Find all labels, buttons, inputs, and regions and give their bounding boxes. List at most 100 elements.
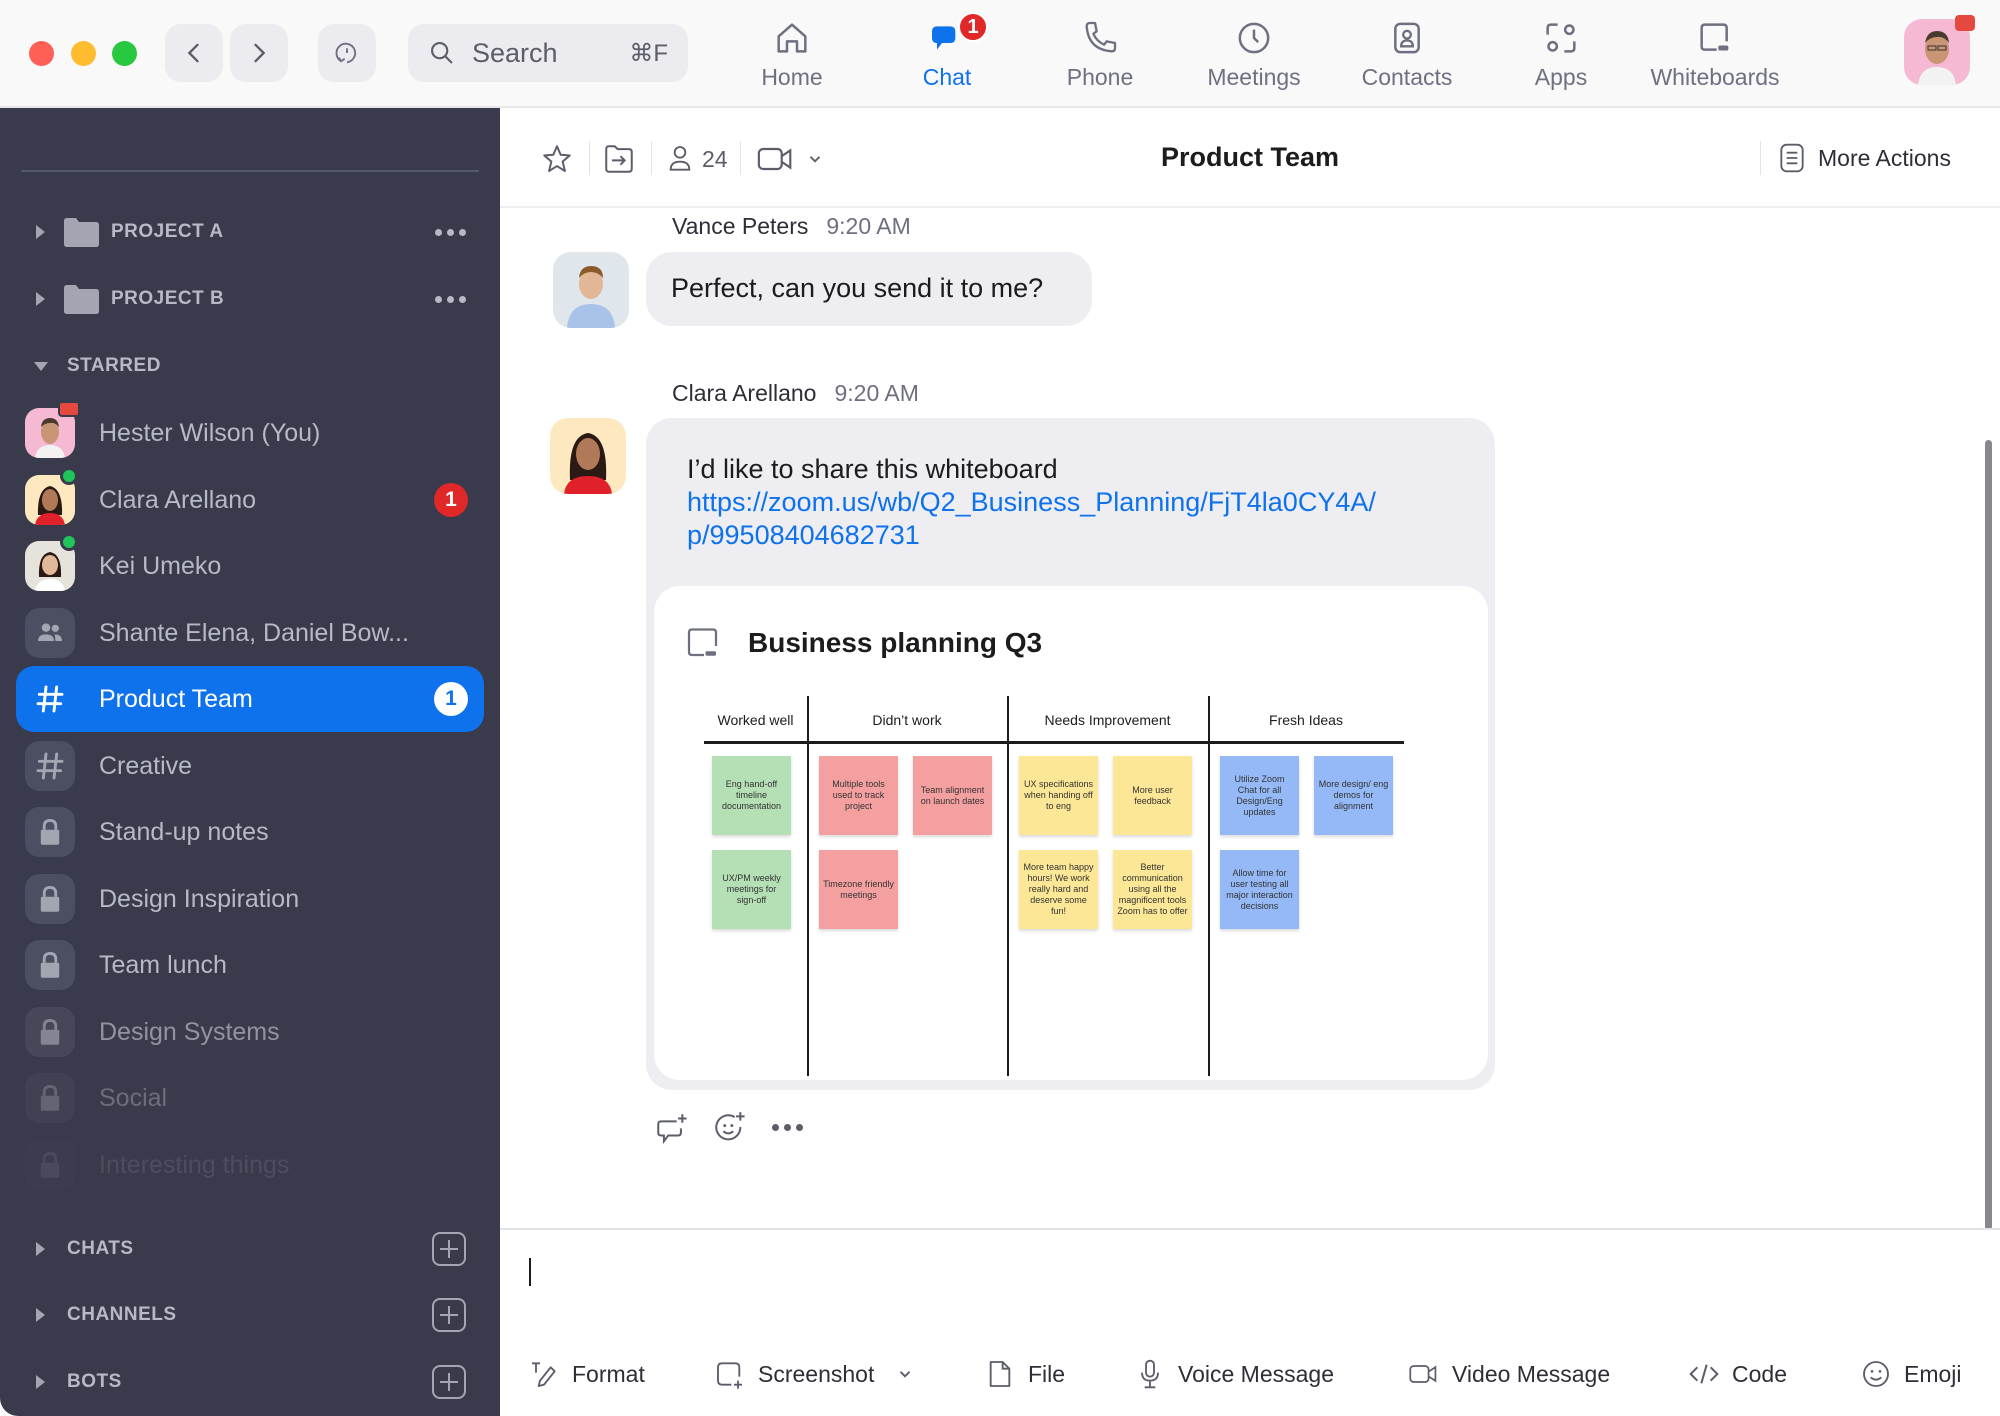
sidebar-item-social[interactable]: Social xyxy=(16,1065,484,1131)
caret-right-icon xyxy=(36,225,45,239)
message-list-scrollbar[interactable] xyxy=(1985,440,1992,1230)
search-shortcut: ⌘F xyxy=(629,39,668,67)
chevron-down-icon[interactable] xyxy=(896,1365,914,1383)
sidebar-item-label: Stand-up notes xyxy=(99,817,269,846)
emoji-button[interactable]: Emoji xyxy=(1860,1358,1962,1390)
screenshot-button[interactable]: Screenshot xyxy=(714,1358,914,1390)
whiteboard-icon xyxy=(1700,23,1729,51)
more-options-icon[interactable] xyxy=(435,295,466,303)
nav-apps[interactable]: Apps xyxy=(1486,18,1636,98)
channel-avatar xyxy=(25,674,75,724)
more-actions-button[interactable]: More Actions xyxy=(1778,142,1951,174)
whiteboard-preview-card[interactable]: Business planning Q3 Worked well Didn’t w… xyxy=(654,586,1488,1080)
sender-name[interactable]: Vance Peters xyxy=(672,213,808,239)
nav-meetings[interactable]: Meetings xyxy=(1179,18,1329,98)
tool-label: Video Message xyxy=(1452,1360,1611,1387)
move-to-folder-button[interactable] xyxy=(602,143,636,175)
nav-home[interactable]: Home xyxy=(717,18,867,98)
message-input[interactable] xyxy=(520,1250,1980,1330)
maximize-window-button[interactable] xyxy=(112,41,137,66)
minimize-window-button[interactable] xyxy=(71,41,96,66)
add-reaction-button[interactable] xyxy=(712,1110,746,1144)
chevron-left-icon xyxy=(187,43,199,63)
sidebar-item-design-systems[interactable]: Design Systems xyxy=(16,999,484,1065)
more-options-icon[interactable] xyxy=(435,228,466,236)
sidebar-item-interesting-things[interactable]: Interesting things xyxy=(16,1132,484,1198)
sidebar-item-stand-up-notes[interactable]: Stand-up notes xyxy=(16,799,484,865)
file-button[interactable]: File xyxy=(984,1358,1065,1390)
star-button[interactable] xyxy=(540,143,574,175)
sender-avatar[interactable] xyxy=(553,252,629,328)
sidebar-item-team-lunch[interactable]: Team lunch xyxy=(16,932,484,998)
unread-badge: 1 xyxy=(434,483,468,517)
sidebar-folder-project-a[interactable]: PROJECT A xyxy=(0,207,500,257)
sticky-note: UX specifications when handing off to en… xyxy=(1019,756,1098,835)
folder-label: PROJECT B xyxy=(111,288,225,309)
whiteboard-link[interactable]: https://zoom.us/wb/Q2_Business_Planning/… xyxy=(687,486,1376,552)
code-button[interactable]: Code xyxy=(1688,1358,1787,1390)
sender-name[interactable]: Clara Arellano xyxy=(672,380,816,406)
format-icon xyxy=(532,1362,556,1387)
add-bot-button[interactable] xyxy=(432,1365,466,1399)
close-window-button[interactable] xyxy=(29,41,54,66)
sticky-note: Timezone friendly meetings xyxy=(819,850,898,929)
add-chat-button[interactable] xyxy=(432,1232,466,1266)
sticky-note: More user feedback xyxy=(1113,756,1192,835)
sidebar-item-label: Kei Umeko xyxy=(99,551,222,580)
nav-phone[interactable]: Phone xyxy=(1025,18,1175,98)
link-line[interactable]: p/99508404682731 xyxy=(687,519,1376,552)
nav-chat[interactable]: 1 Chat xyxy=(872,12,1022,98)
members-button[interactable]: 24 xyxy=(666,143,728,175)
message-composer: Format Screenshot File Voice Message Vid… xyxy=(500,1228,2000,1416)
sidebar-item-hester-wilson[interactable]: Hester Wilson (You) xyxy=(16,400,484,466)
whiteboard-thumbnail: Worked well Didn’t work Needs Improvement F… xyxy=(704,696,1404,1076)
video-message-button[interactable]: Video Message xyxy=(1408,1358,1610,1390)
board-column-divider xyxy=(1208,696,1210,1076)
start-meeting-button[interactable] xyxy=(756,143,796,175)
sidebar-section-channels[interactable]: CHANNELS xyxy=(0,1290,500,1340)
person-icon xyxy=(669,146,691,171)
message-time: 9:20 AM xyxy=(826,213,911,239)
folder-icon xyxy=(64,284,99,314)
sidebar-section-chats[interactable]: CHATS xyxy=(0,1224,500,1274)
sticky-note: Team alignment on launch dates xyxy=(913,756,992,835)
sticky-note: More team happy hours! We work really ha… xyxy=(1019,850,1098,929)
meeting-options-dropdown[interactable] xyxy=(806,143,824,175)
private-channel-avatar xyxy=(25,1140,75,1190)
sidebar-item-product-team[interactable]: Product Team 1 xyxy=(16,666,484,732)
forward-button[interactable] xyxy=(230,24,288,82)
sidebar-folder-project-b[interactable]: PROJECT B xyxy=(0,274,500,324)
star-icon xyxy=(543,145,571,173)
add-channel-button[interactable] xyxy=(432,1298,466,1332)
back-button[interactable] xyxy=(165,24,223,82)
format-button[interactable]: Format xyxy=(528,1358,645,1390)
nav-whiteboards[interactable]: Whiteboards xyxy=(1640,18,1790,98)
tool-label: Emoji xyxy=(1904,1360,1962,1387)
sidebar-item-clara-arellano[interactable]: Clara Arellano 1 xyxy=(16,467,484,533)
more-options-button[interactable] xyxy=(770,1110,804,1144)
link-line[interactable]: https://zoom.us/wb/Q2_Business_Planning/… xyxy=(687,486,1376,519)
search-box[interactable]: Search ⌘F xyxy=(408,24,688,82)
video-camera-icon xyxy=(757,147,792,171)
emoji-icon xyxy=(1863,1361,1889,1387)
sidebar-item-creative[interactable]: Creative xyxy=(16,733,484,799)
sidebar-section-starred[interactable]: STARRED xyxy=(0,341,500,391)
sidebar-section-bots[interactable]: BOTS xyxy=(0,1357,500,1407)
header-separator xyxy=(1760,141,1761,175)
sidebar-item-group-chat[interactable]: Shante Elena, Daniel Bow... xyxy=(16,600,484,666)
nav-contacts[interactable]: Contacts xyxy=(1332,18,1482,98)
sender-avatar[interactable] xyxy=(550,418,626,494)
sidebar-divider xyxy=(21,170,479,172)
history-icon xyxy=(335,42,357,64)
chevron-down-icon xyxy=(809,156,821,163)
history-button[interactable] xyxy=(318,24,376,82)
header-separator xyxy=(589,141,590,175)
reply-button[interactable] xyxy=(654,1110,688,1144)
nav-label: Home xyxy=(761,64,823,90)
sidebar-item-kei-umeko[interactable]: Kei Umeko xyxy=(16,533,484,599)
voice-message-button[interactable]: Voice Message xyxy=(1134,1358,1334,1390)
sidebar-item-design-inspiration[interactable]: Design Inspiration xyxy=(16,866,484,932)
sticky-note: More design/ eng demos for alignment xyxy=(1314,756,1393,835)
sticky-note: UX/PM weekly meetings for sign-off xyxy=(712,850,791,929)
phone-icon xyxy=(1085,21,1117,53)
